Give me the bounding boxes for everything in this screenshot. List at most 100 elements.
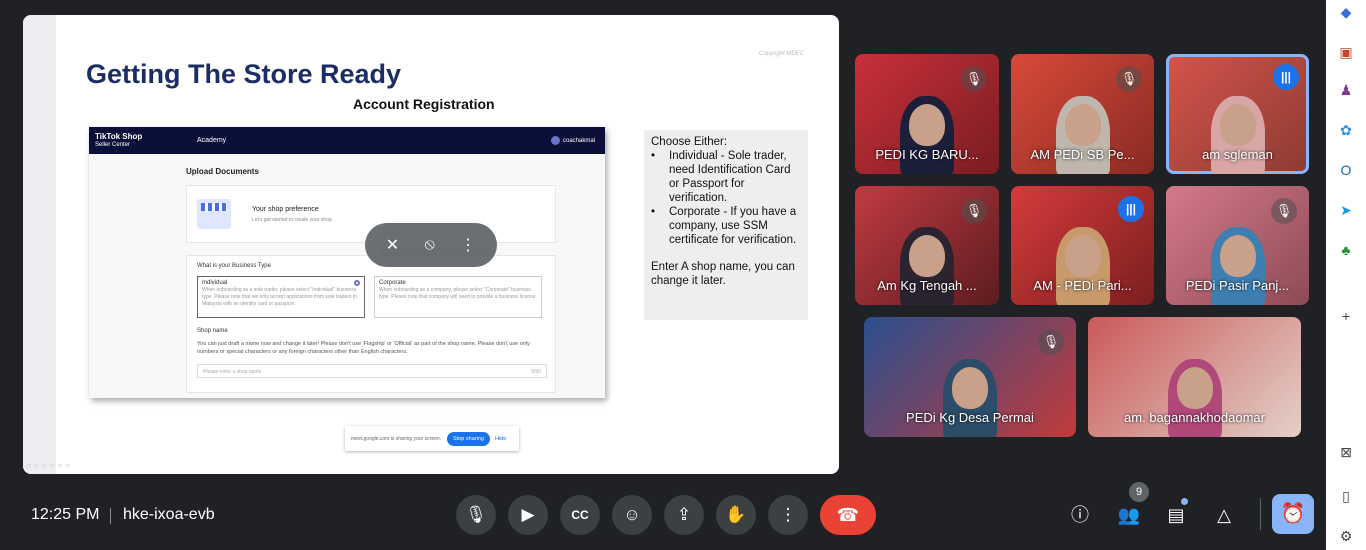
participant-tile[interactable]: ||| am sgleman [1166,54,1309,174]
shapes-icon: △ [1217,505,1231,525]
present-button[interactable]: ⇪ [664,495,704,535]
info-footer: Enter A shop name, you can change it lat… [651,261,795,287]
upload-documents-heading: Upload Documents [186,167,259,176]
shop-name-field: Please enter a shop name 0/30 [197,364,547,378]
end-call-icon: ☎ [836,505,860,525]
mic-muted-icon: 🎙 [961,198,987,224]
participant-tile[interactable]: 🎙 PEDi Pasir Panj... [1166,186,1309,305]
slide-subtitle: Account Registration [353,96,495,112]
participant-video [1048,225,1118,305]
outlook-icon[interactable]: O [1336,160,1356,180]
participant-tile[interactable]: ||| AM - PEDi Pari... [1011,186,1154,305]
captions-button[interactable]: CC [560,495,600,535]
tree-icon[interactable]: ♣ [1336,240,1356,260]
participant-tile[interactable]: 🎙 PEDi Kg Desa Permai [864,317,1076,437]
participant-name: AM - PEDi Pari... [1033,278,1132,293]
add-icon[interactable]: + [1336,306,1356,326]
more-options-button[interactable]: ⋮ [768,495,808,535]
send-icon[interactable]: ➤ [1336,200,1356,220]
share-notice-text: meet.google.com is sharing your screen. [351,435,442,442]
settings-gear-icon[interactable]: ⚙ [1336,526,1356,546]
meeting-code: hke-ixoa-evb [123,506,215,523]
present-screen-icon: ⇪ [676,505,692,524]
slide-side-strip [23,15,56,474]
screenshot-icon[interactable]: ⊠ [1336,442,1356,462]
storefront-illustration [197,199,231,229]
smiley-icon: ☺ [623,505,641,524]
business-type-card: What is your Business Type Individual Whe… [186,255,556,393]
chat-icon: ▤ [1167,505,1185,525]
participant-tile[interactable]: 🎙 Am Kg Tengah ... [855,186,999,305]
participant-tile[interactable]: 🎙 PEDI KG BARU... [855,54,999,174]
chess-icon[interactable]: ♟ [1336,80,1356,100]
pin-off-icon[interactable]: ✕ [386,235,399,255]
info-item: Corporate - If you have a company, use S… [651,205,801,247]
info-list: Individual - Sole trader, need Identific… [651,149,801,247]
people-icon: 👥 [1117,505,1141,525]
participant-name: Am Kg Tengah ... [877,278,977,293]
tag-icon[interactable]: ◆ [1336,2,1356,22]
mute-off-icon[interactable]: ⦸ [424,236,434,254]
participant-name: PEDI KG BARU... [875,147,979,162]
mic-muted-icon: 🎙 [1038,329,1064,355]
radio-selected-icon [354,280,360,286]
footer-divider [110,508,111,524]
chat-button[interactable]: ▤ [1163,502,1189,528]
participant-tile[interactable]: 🎙 AM PEDi SB Pe... [1011,54,1154,174]
participant-name: PEDi Kg Desa Permai [906,410,1034,425]
shop-preference-subtitle: Let's get started to create your shop. [252,217,334,223]
raise-hand-icon: ✋ [725,505,747,524]
business-type-heading: What is your Business Type [197,263,271,269]
toolbox-icon[interactable]: ▣ [1336,42,1356,62]
tiktok-shop-logo: TikTok Shop Seller Center [95,132,143,149]
info-item: Individual - Sole trader, need Identific… [651,149,801,205]
closed-captions-icon: CC [571,508,589,522]
leave-call-button[interactable]: ☎ [820,495,876,535]
camera-button[interactable]: ▶ [508,495,548,535]
participant-name: PEDi Pasir Panj... [1185,278,1290,293]
participant-video [892,225,962,305]
more-options-icon[interactable]: ⋮ [460,235,476,255]
more-vert-icon: ⋮ [779,505,797,524]
meeting-details-button[interactable]: ⓘ [1067,502,1093,528]
participant-video [1203,94,1273,174]
mic-muted-icon: 🎙 [1271,198,1297,224]
meeting-time: 12:25 PM [31,506,100,523]
copilot-icon[interactable]: ✿ [1336,120,1356,140]
timer-button[interactable]: ⏰ [1272,494,1314,534]
slide-title: Getting The Store Ready [86,59,402,89]
people-button[interactable]: 👥 [1116,502,1142,528]
participant-video [1203,225,1273,305]
reactions-button[interactable]: ☺ [612,495,652,535]
microphone-button[interactable]: 🎙 [456,495,496,535]
slide-info-box: Choose Either: Individual - Sole trader,… [644,130,808,320]
hide-button[interactable]: Hide [495,436,506,442]
screen-share-notice: meet.google.com is sharing your screen. … [345,426,519,451]
option-corporate: Corporate When onboarding as a company, p… [374,276,542,318]
participant-name: AM PEDi SB Pe... [1030,147,1135,162]
stop-sharing-button[interactable]: Stop sharing [447,431,490,446]
alarm-clock-icon: ⏰ [1280,503,1306,525]
participant-tile[interactable]: am. bagannakhodaomar [1088,317,1301,437]
slide-copyright: Copyright MDEC [759,51,805,57]
participant-video [1048,94,1118,174]
sidebar-toggle-icon[interactable]: ▯ [1336,486,1356,506]
presentation-stage: Copyright MDEC Getting The Store Ready A… [23,15,839,474]
option-individual: Individual When onboarding as a sole trad… [197,276,365,318]
seller-center-navbar: TikTok Shop Seller Center Academy coachak… [89,127,605,154]
shop-preference-title: Your shop preference [252,206,319,213]
activities-button[interactable]: △ [1211,502,1237,528]
user-menu: coachakmal [550,136,595,145]
browser-side-panel: ◆ ▣ ♟ ✿ O ➤ ♣ + ⊠ ▯ ⚙ [1326,0,1366,550]
mic-muted-icon: 🎙 [1116,66,1142,92]
toolbar-divider [1260,498,1261,530]
raise-hand-button[interactable]: ✋ [716,495,756,535]
speaking-indicator-icon: ||| [1118,196,1144,222]
people-count-badge: 9 [1129,482,1149,502]
microphone-icon: 🎙 [465,505,487,524]
speaking-indicator-icon: ||| [1273,64,1299,90]
video-camera-icon: ▶ [521,505,535,524]
participant-video [892,94,962,174]
participant-name: am sgleman [1202,147,1273,162]
info-icon: ⓘ [1071,505,1089,525]
